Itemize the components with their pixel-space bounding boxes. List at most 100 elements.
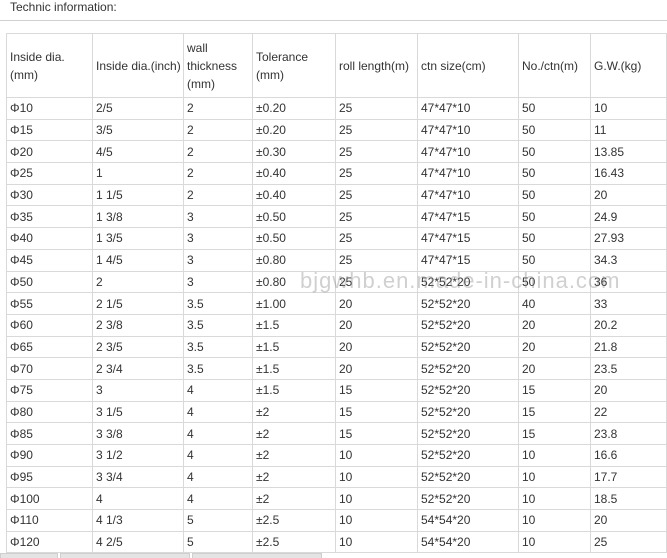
table-cell: ±1.5 (252, 313, 336, 337)
table-cell: 47*47*15 (417, 205, 519, 229)
table-cell: 47*47*10 (417, 118, 519, 142)
table-cell: ±1.00 (252, 292, 336, 315)
table-cell: Φ85 (6, 422, 93, 445)
table-cell: ±0.20 (252, 118, 336, 142)
table-cell: 4 (183, 378, 253, 402)
table-cell: 25 (335, 118, 418, 142)
table-cell: 1 3/8 (92, 205, 184, 229)
table-cell: 2 (183, 162, 253, 185)
table-cell: 3/5 (92, 118, 184, 142)
table-cell: ±1.5 (252, 357, 336, 380)
table-cell: Φ35 (6, 205, 93, 229)
table-cell: 3 3/4 (92, 465, 184, 489)
table-cell: 2 3/5 (92, 335, 184, 359)
table-cell: 2 (183, 140, 253, 164)
header-row: Inside dia. (mm) Inside dia.(inch) wall thi… (6, 33, 667, 98)
table-cell: 25 (590, 530, 667, 554)
table-cell: 25 (335, 97, 418, 120)
table-row: Φ75 3 4 ±1.5 15 52*52*20 15 20 (6, 378, 667, 402)
table-cell: 1 (92, 162, 184, 185)
table-cell: 3 1/5 (92, 400, 184, 424)
table-cell: 18.5 (590, 487, 667, 511)
table-cell: Φ45 (6, 248, 93, 272)
table-cell: 15 (335, 400, 418, 424)
table-cell: 10 (335, 465, 418, 489)
spec-table: Inside dia. (mm) Inside dia.(inch) wall thi… (6, 33, 667, 554)
table-cell: ±0.50 (252, 205, 336, 229)
table-cell: ±1.5 (252, 378, 336, 402)
table-cell: 47*47*15 (417, 248, 519, 272)
table-cell: 47*47*10 (417, 183, 519, 207)
table-cell: 15 (335, 378, 418, 402)
table-cell: 4 (183, 465, 253, 489)
table-cell: 20 (335, 313, 418, 337)
table-cell: 16.43 (590, 162, 667, 185)
table-cell: 52*52*20 (417, 357, 519, 380)
table-row: Φ95 3 3/4 4 ±2 10 52*52*20 10 17.7 (6, 465, 667, 489)
table-cell: 10 (518, 487, 591, 511)
table-cell: 4 (183, 422, 253, 445)
tab-edge[interactable] (60, 553, 190, 558)
table-cell: 5 (183, 509, 253, 532)
table-cell: 20 (590, 509, 667, 532)
table-cell: 4 2/5 (92, 530, 184, 554)
table-row: Φ25 1 2 ±0.40 25 47*47*10 50 16.43 (6, 162, 667, 185)
table-cell: 3 (183, 248, 253, 272)
table-row: Φ50 2 3 ±0.80 25 52*52*20 50 36 (6, 270, 667, 294)
table-row: Φ90 3 1/2 4 ±2 10 52*52*20 10 16.6 (6, 444, 667, 467)
table-cell: Φ55 (6, 292, 93, 315)
table-cell: 52*52*20 (417, 292, 519, 315)
table-cell: 34.3 (590, 248, 667, 272)
table-cell: ±2 (252, 400, 336, 424)
table-cell: 2 (92, 270, 184, 294)
table-cell: 11 (590, 118, 667, 142)
table-cell: 4/5 (92, 140, 184, 164)
table-cell: 2 (183, 118, 253, 142)
table-cell: 2 1/5 (92, 292, 184, 315)
table-cell: 50 (518, 97, 591, 120)
table-cell: 20 (518, 357, 591, 380)
table-row: Φ65 2 3/5 3.5 ±1.5 20 52*52*20 20 21.8 (6, 335, 667, 359)
table-cell: ±2.5 (252, 530, 336, 554)
table-cell: 54*54*20 (417, 509, 519, 532)
table-cell: ±0.80 (252, 270, 336, 294)
table-cell: 3 (183, 227, 253, 250)
tab-edge[interactable] (0, 553, 58, 558)
table-cell: 15 (518, 422, 591, 445)
table-cell: 16.6 (590, 444, 667, 467)
table-cell: 20 (335, 357, 418, 380)
section-heading: Technic information: (10, 0, 117, 14)
table-cell: 50 (518, 205, 591, 229)
table-cell: 47*47*10 (417, 140, 519, 164)
table-cell: 15 (335, 422, 418, 445)
table-cell: 50 (518, 248, 591, 272)
table-cell: 20.2 (590, 313, 667, 337)
table-cell: 10 (335, 509, 418, 532)
column-header: ctn size(cm) (417, 33, 519, 98)
table-cell: Φ15 (6, 118, 93, 142)
table-row: Φ110 4 1/3 5 ±2.5 10 54*54*20 10 20 (6, 509, 667, 532)
table-cell: 20 (335, 335, 418, 359)
table-cell: 15 (518, 400, 591, 424)
table-row: Φ70 2 3/4 3.5 ±1.5 20 52*52*20 20 23.5 (6, 357, 667, 380)
table-cell: 50 (518, 183, 591, 207)
table-cell: Φ100 (6, 487, 93, 511)
heading-divider (0, 20, 667, 21)
table-cell: 21.8 (590, 335, 667, 359)
table-cell: ±1.5 (252, 335, 336, 359)
table-cell: 4 (183, 487, 253, 511)
table-cell: 47*47*15 (417, 227, 519, 250)
table-cell: 50 (518, 227, 591, 250)
tab-edge[interactable] (192, 553, 322, 558)
table-cell: 54*54*20 (417, 530, 519, 554)
table-cell: 2 3/4 (92, 357, 184, 380)
table-cell: ±2 (252, 487, 336, 511)
table-cell: 3 (92, 378, 184, 402)
table-cell: 24.9 (590, 205, 667, 229)
table-cell: 10 (518, 444, 591, 467)
table-cell: 3.5 (183, 335, 253, 359)
table-cell: 23.8 (590, 422, 667, 445)
table-cell: 10 (335, 530, 418, 554)
table-cell: 1 3/5 (92, 227, 184, 250)
table-cell: 47*47*10 (417, 162, 519, 185)
